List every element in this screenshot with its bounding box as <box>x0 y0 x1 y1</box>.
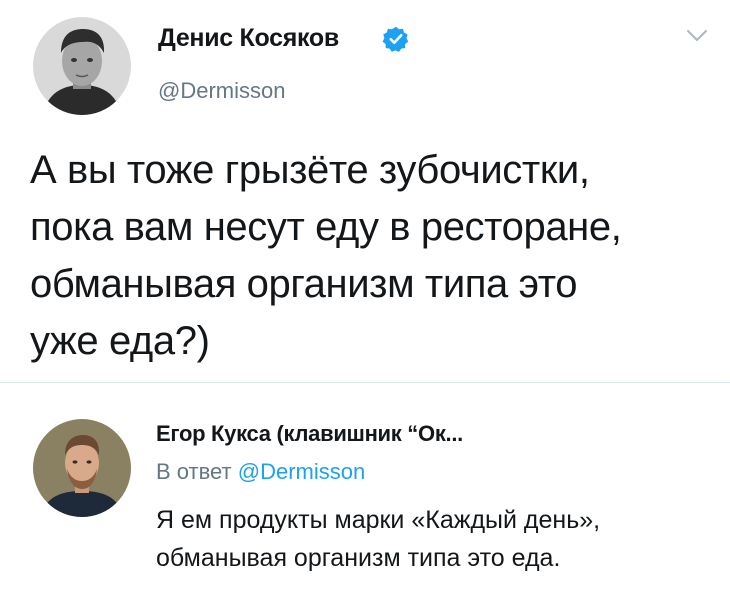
tweet-text: А вы тоже грызёте зубочистки, пока вам н… <box>30 148 622 363</box>
verified-badge-icon <box>382 25 410 53</box>
reply-author-avatar[interactable] <box>33 419 131 517</box>
author-avatar[interactable] <box>33 17 131 115</box>
reply-to-label: В ответ <box>156 459 232 484</box>
reply-card[interactable]: Егор Кукса (клавишник “Ок... В ответ @De… <box>0 383 730 592</box>
reply-to-line: В ответ @Dermisson <box>156 459 365 485</box>
reply-author-name[interactable]: Егор Кукса (клавишник “Ок... <box>156 421 463 447</box>
author-name[interactable]: Денис Косяков <box>158 24 339 53</box>
reply-to-handle-link[interactable]: @Dermisson <box>238 459 365 484</box>
reply-text: Я ем продукты марки «Каждый день», обман… <box>156 506 601 572</box>
author-handle[interactable]: @Dermisson <box>158 78 285 104</box>
chevron-down-icon[interactable] <box>685 28 709 44</box>
tweet-card: Денис Косяков @Dermisson А вы тоже грызё… <box>0 0 730 378</box>
